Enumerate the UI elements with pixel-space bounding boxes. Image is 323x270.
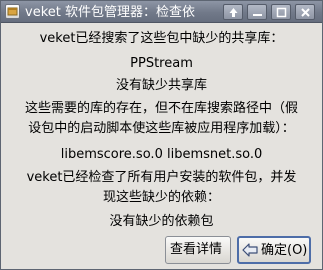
shade-button[interactable]: [223, 4, 243, 20]
message-line: 设包中的启动脚本使这些库被应用程序加载）：: [28, 121, 295, 136]
arrow-up-icon: [229, 8, 238, 17]
ok-button[interactable]: 确定(O): [237, 236, 311, 264]
back-arrow-icon: [242, 242, 260, 262]
message-line: veket已经检查了所有用户安装的软件包，并发: [26, 170, 297, 185]
maximize-button[interactable]: [271, 4, 291, 20]
view-details-button[interactable]: 查看详情: [165, 236, 231, 264]
message-line: veket已经搜索了这些包中缺少的共享库：: [39, 31, 284, 46]
message-line: 这些需要的库的存在，但不在库搜索路径中（假: [24, 101, 298, 116]
minimize-icon: [253, 14, 262, 16]
dialog-window: veket 软件包管理器：检查依 veket已经搜索了这些包中缺少的共享库： P…: [0, 0, 323, 270]
minimize-button[interactable]: [247, 4, 267, 20]
app-menu-icon[interactable]: [5, 4, 20, 19]
ok-label: 确定(O): [261, 243, 308, 258]
maximize-icon: [276, 7, 287, 18]
message-line: 没有缺少的依赖包: [109, 214, 214, 229]
close-button[interactable]: [295, 4, 315, 20]
view-details-label: 查看详情: [170, 242, 223, 257]
package-name: PPStream: [130, 56, 193, 71]
message-line: 现这些缺少的依赖：: [102, 190, 220, 205]
message-line: 没有缺少共享库: [115, 78, 207, 93]
window-title: veket 软件包管理器：检查依: [25, 5, 195, 20]
library-list: libemscore.so.0 libemsnet.so.0: [60, 147, 263, 162]
close-icon: [301, 8, 310, 17]
title-bar[interactable]: veket 软件包管理器：检查依: [1, 1, 322, 23]
